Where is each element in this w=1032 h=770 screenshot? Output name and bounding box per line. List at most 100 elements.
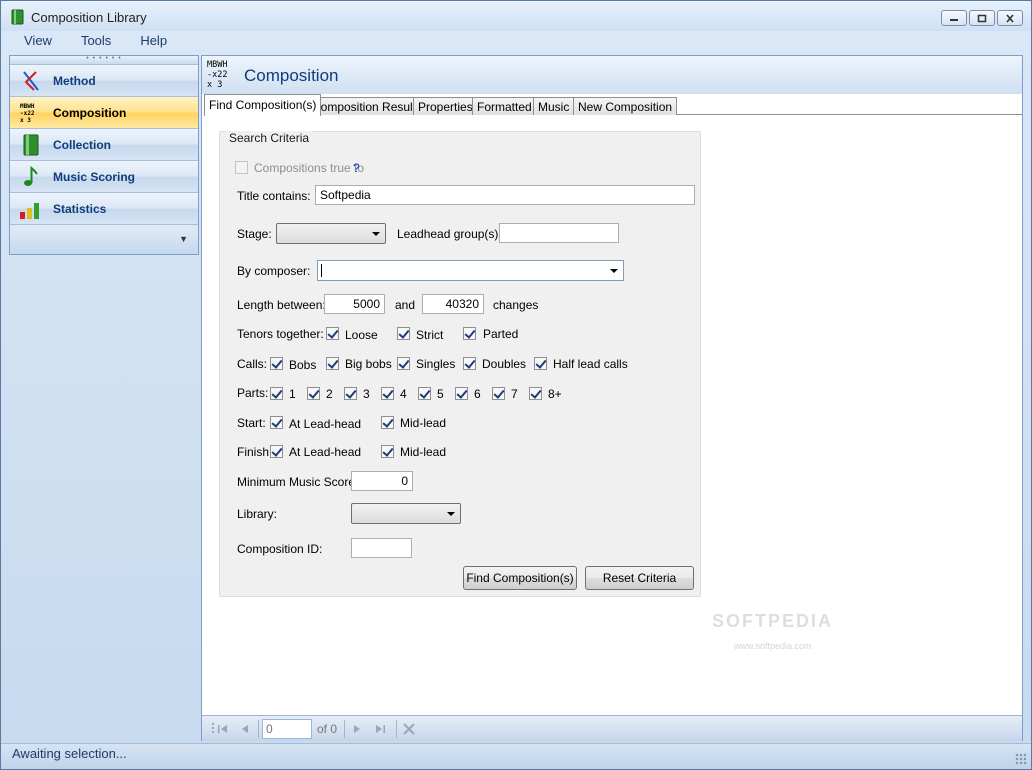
- checkbox-label: Singles: [416, 357, 456, 371]
- move-first-icon[interactable]: [216, 722, 230, 736]
- music-note-icon: [24, 166, 38, 186]
- navigation-pane: • • • • • • Method MBWH -x22 x 3 Composi…: [9, 55, 199, 255]
- checkbox-label: Big bobs: [345, 357, 392, 371]
- checkbox-label: 8+: [548, 387, 562, 401]
- composer-combobox[interactable]: [317, 260, 624, 281]
- record-navigator: of 0: [202, 715, 1022, 741]
- calls-bobs-checkbox[interactable]: [270, 357, 283, 370]
- nav-item-method[interactable]: Method: [10, 64, 198, 96]
- main-panel: MBWH -x22 x 3 Composition Find Compositi…: [201, 55, 1023, 741]
- nav-item-statistics[interactable]: Statistics: [10, 192, 198, 224]
- start-mid-lead-checkbox[interactable]: [381, 416, 394, 429]
- part-1-checkbox[interactable]: [270, 387, 283, 400]
- length-max-input[interactable]: [422, 294, 484, 314]
- page-title: Composition: [244, 66, 339, 85]
- divider: [258, 720, 259, 738]
- nav-item-label: Composition: [53, 106, 127, 120]
- checkbox-label: 5: [437, 387, 444, 401]
- maximize-icon: [977, 14, 987, 22]
- calls-big-bobs-checkbox[interactable]: [326, 357, 339, 370]
- header-icon-line: MBWH: [207, 60, 227, 70]
- tab-new-composition[interactable]: New Composition: [573, 97, 678, 115]
- close-button[interactable]: [997, 10, 1023, 26]
- delete-icon[interactable]: [402, 722, 416, 736]
- composition-id-input[interactable]: [351, 538, 412, 558]
- help-link[interactable]: ?: [353, 161, 360, 175]
- checkbox-label: 6: [474, 387, 481, 401]
- nav-item-music-scoring[interactable]: Music Scoring: [10, 160, 198, 192]
- part-5-checkbox[interactable]: [418, 387, 431, 400]
- part-2-checkbox[interactable]: [307, 387, 320, 400]
- min-music-score-input[interactable]: [351, 471, 413, 491]
- move-next-icon[interactable]: [350, 722, 364, 736]
- leadhead-label: Leadhead group(s):: [397, 227, 502, 241]
- minimize-icon: [950, 19, 958, 21]
- title-contains-input[interactable]: [315, 185, 695, 205]
- calls-singles-checkbox[interactable]: [397, 357, 410, 370]
- nav-overflow-bar: ▼: [10, 224, 198, 254]
- tab-music[interactable]: Music: [533, 97, 575, 115]
- tab-formatted[interactable]: Formatted: [472, 97, 537, 115]
- bar-chart-icon: [20, 203, 39, 219]
- menu-tools[interactable]: Tools: [66, 31, 125, 51]
- tenors-label: Tenors together:: [237, 327, 324, 341]
- find-compositions-button[interactable]: Find Composition(s): [463, 566, 577, 590]
- length-label: Length between:: [237, 298, 326, 312]
- tab-find-compositions[interactable]: Find Composition(s): [204, 94, 322, 116]
- checkbox-label: Strict: [416, 328, 444, 342]
- title-label: Title contains:: [237, 189, 311, 203]
- title-bar: Composition Library: [1, 1, 1031, 31]
- text-caret: [321, 264, 322, 277]
- menu-view[interactable]: View: [9, 31, 66, 51]
- chevron-down-icon: [447, 512, 455, 516]
- nav-splitter-grip[interactable]: • • • • • •: [10, 55, 198, 64]
- part-8-plus-checkbox[interactable]: [529, 387, 542, 400]
- chevron-down-icon[interactable]: ▼: [179, 234, 188, 244]
- length-min-input[interactable]: [324, 294, 385, 314]
- calls-doubles-checkbox[interactable]: [463, 357, 476, 370]
- finish-lead-head-checkbox[interactable]: [270, 445, 283, 458]
- position-input[interactable]: [262, 719, 312, 739]
- compositions-true-to-checkbox[interactable]: [235, 161, 248, 174]
- minimize-button[interactable]: [941, 10, 967, 26]
- move-previous-icon[interactable]: [238, 722, 252, 736]
- compositions-true-to-label: Compositions true to: [254, 161, 365, 175]
- calls-half-lead-checkbox[interactable]: [534, 357, 547, 370]
- book-icon: [23, 134, 39, 156]
- nav-item-composition[interactable]: MBWH -x22 x 3 Composition: [10, 96, 198, 128]
- tenors-loose-checkbox[interactable]: [326, 327, 339, 340]
- tenors-parted-checkbox[interactable]: [463, 327, 476, 340]
- part-3-checkbox[interactable]: [344, 387, 357, 400]
- finish-label: Finish:: [237, 445, 273, 459]
- menu-help[interactable]: Help: [125, 31, 181, 51]
- checkbox-label: Loose: [345, 328, 378, 342]
- leadhead-group-input[interactable]: [499, 223, 619, 243]
- status-bar: Awaiting selection...: [1, 743, 1031, 769]
- app-book-icon: [11, 9, 24, 25]
- method-icon: [23, 71, 39, 91]
- status-text: Awaiting selection...: [12, 746, 127, 761]
- length-unit-label: changes: [493, 298, 539, 312]
- svg-text:MBWH: MBWH: [20, 103, 35, 110]
- checkbox-label: At Lead-head: [289, 417, 362, 431]
- maximize-button[interactable]: [969, 10, 995, 26]
- finish-mid-lead-checkbox[interactable]: [381, 445, 394, 458]
- library-select[interactable]: [351, 503, 461, 524]
- reset-criteria-button[interactable]: Reset Criteria: [585, 566, 694, 590]
- stage-select[interactable]: [276, 223, 386, 244]
- start-lead-head-checkbox[interactable]: [270, 416, 283, 429]
- checkbox-label: Bobs: [289, 358, 317, 372]
- part-4-checkbox[interactable]: [381, 387, 394, 400]
- part-7-checkbox[interactable]: [492, 387, 505, 400]
- move-last-icon[interactable]: [373, 722, 387, 736]
- tab-properties[interactable]: Properties: [413, 97, 478, 115]
- header-icon-line: x 3: [207, 80, 222, 90]
- window-title: Composition Library: [31, 10, 147, 25]
- part-6-checkbox[interactable]: [455, 387, 468, 400]
- tenors-strict-checkbox[interactable]: [397, 327, 410, 340]
- checkbox-label: Doubles: [482, 357, 527, 371]
- nav-item-collection[interactable]: Collection: [10, 128, 198, 160]
- watermark-url: www.softpedia.com: [734, 641, 812, 651]
- tab-composition-results[interactable]: Composition Results: [307, 97, 428, 115]
- resize-grip[interactable]: [1015, 753, 1027, 765]
